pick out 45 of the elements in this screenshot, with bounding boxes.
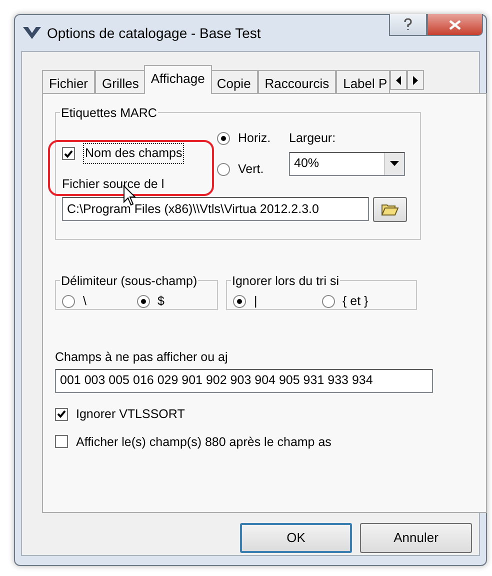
radio-button[interactable] xyxy=(62,294,75,308)
radio-label[interactable]: { et } xyxy=(342,292,368,311)
radio-label[interactable]: | xyxy=(254,292,258,311)
app-logo-icon xyxy=(23,26,41,40)
tab[interactable]: Label P xyxy=(336,70,390,94)
checkbox-label[interactable]: Ignorer VTLSSORT xyxy=(76,404,185,424)
folder-icon xyxy=(381,203,399,216)
close-button[interactable] xyxy=(427,14,483,36)
field-label: Champs à ne pas afficher ou aj xyxy=(55,349,229,366)
checkbox-label[interactable]: Nom des champs xyxy=(83,143,184,164)
radio-button[interactable] xyxy=(217,132,230,145)
checkbox[interactable] xyxy=(62,147,75,160)
help-button[interactable] xyxy=(389,14,427,36)
left-arrow-icon xyxy=(396,76,402,84)
checkbox[interactable] xyxy=(55,435,68,448)
close-icon xyxy=(449,20,461,30)
right-arrow-icon xyxy=(413,76,418,84)
radio-button[interactable] xyxy=(136,294,150,308)
radio-label[interactable]: $ xyxy=(158,292,164,311)
help-icon xyxy=(403,18,413,31)
field-label: Largeur: xyxy=(289,130,337,147)
dropdown[interactable]: 40% xyxy=(289,152,405,176)
radio-button[interactable] xyxy=(217,162,230,176)
tab[interactable]: Fichier xyxy=(42,70,96,94)
input-field[interactable]: C:\Program Files (x86)\\Vtls\Virtua 2012.2.3.0 xyxy=(62,197,369,222)
window-title: Options de catalogage - Base Test xyxy=(47,24,261,43)
tab[interactable]: Copie xyxy=(210,70,258,94)
radio-button[interactable] xyxy=(322,294,334,308)
tab[interactable]: Affichage xyxy=(144,65,212,94)
ok-button[interactable]: OK xyxy=(240,523,352,553)
radio-label[interactable]: Vert. xyxy=(238,160,264,178)
tab[interactable]: Grilles xyxy=(95,70,146,94)
radio-label[interactable]: \ xyxy=(83,292,86,311)
tab[interactable]: Raccourcis xyxy=(258,70,336,94)
field-label: Fichier source de l xyxy=(62,176,166,192)
scroll-button[interactable] xyxy=(390,70,408,90)
radio-label[interactable]: Horiz. xyxy=(238,129,271,148)
caret-icon xyxy=(390,161,399,166)
cancel-button[interactable]: Annuler xyxy=(360,523,472,553)
scroll-button[interactable] xyxy=(407,70,424,90)
browse-button[interactable] xyxy=(373,197,407,222)
radio-button[interactable] xyxy=(233,294,246,308)
checkbox-label[interactable]: Afficher le(s) champ(s) 880 après le champ as xyxy=(76,432,332,452)
checkbox[interactable] xyxy=(55,408,68,421)
input-field[interactable]: 001 003 005 016 029 901 902 903 904 905 931 933 934 xyxy=(55,368,433,393)
